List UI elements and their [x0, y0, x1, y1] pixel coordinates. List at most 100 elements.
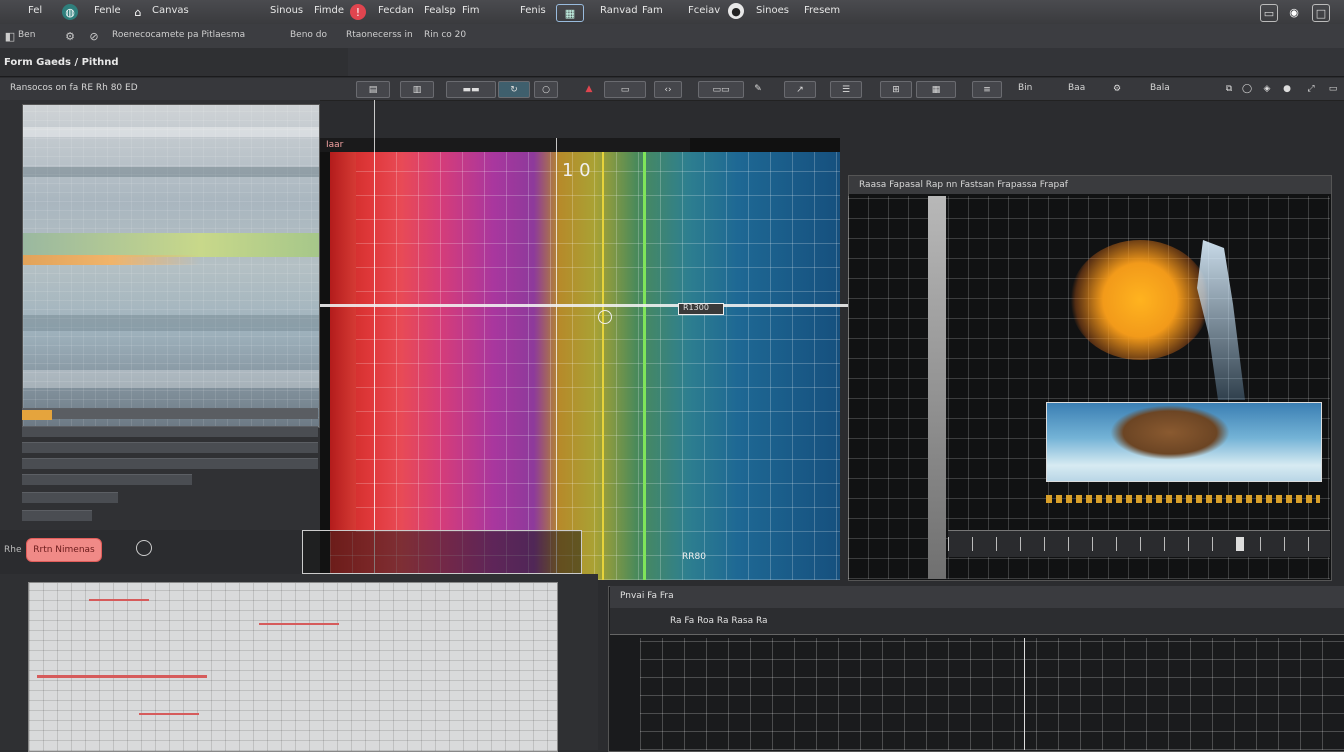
preview-panel-header: Raasa Fapasal Rap nn Fastsan Frapassa Fr… — [849, 176, 1331, 194]
option-label[interactable]: Bin — [1018, 83, 1032, 93]
curve-marker — [89, 599, 149, 601]
menu-item[interactable]: Fenis — [520, 5, 546, 16]
spreadsheet-preview[interactable] — [22, 104, 320, 428]
home-icon[interactable]: ⌂ — [130, 4, 146, 20]
level-meter — [1046, 495, 1320, 503]
menu-item[interactable]: Sinoes — [756, 5, 789, 16]
menu-item[interactable]: Fel — [28, 5, 42, 16]
menu-item[interactable]: Fam — [642, 5, 663, 16]
expand-icon[interactable]: ⤢ — [1300, 81, 1322, 96]
menu-item[interactable]: Fealsp — [424, 5, 456, 16]
menu-item[interactable]: Fenle — [94, 5, 121, 16]
layers-icon[interactable]: ◈ — [1256, 81, 1278, 96]
chevron-icon[interactable]: ‹› — [654, 81, 682, 98]
preview-panel-title: Raasa Fapasal Rap nn Fastsan Frapassa Fr… — [859, 180, 1068, 190]
curves-sheet[interactable] — [28, 582, 558, 752]
menu-item[interactable]: Fim — [462, 5, 480, 16]
gear-icon[interactable]: ⚙ — [1106, 81, 1128, 96]
guide-line[interactable] — [556, 138, 557, 578]
menu-item[interactable]: Fecdan — [378, 5, 414, 16]
option-button[interactable]: ▭▭ — [698, 81, 744, 98]
timeline-ticks — [948, 537, 1330, 551]
info-icon[interactable] — [136, 540, 152, 556]
data-row — [23, 167, 319, 177]
toolbar-item[interactable]: Beno do — [290, 30, 327, 40]
curve-marker — [259, 623, 339, 625]
vertical-ruler[interactable] — [330, 152, 356, 532]
option-button[interactable]: ↗ — [784, 81, 816, 98]
record-icon[interactable]: ◉ — [1286, 4, 1302, 20]
sun-highlight — [1070, 240, 1210, 360]
canvas-bottom-label: RR80 — [682, 552, 706, 562]
curve-marker — [139, 713, 199, 715]
layer-row[interactable] — [22, 492, 118, 503]
preview-grid — [848, 196, 1330, 579]
horizontal-guide[interactable] — [320, 304, 940, 307]
toolbar-item[interactable]: Roenecocamete pa Pitlaesma — [112, 30, 245, 40]
option-button[interactable]: ▬▬ — [446, 81, 496, 98]
alert-icon[interactable]: ! — [350, 4, 366, 20]
crosshair-readout: R1300 — [678, 303, 724, 315]
option-button[interactable]: ▦ — [916, 81, 956, 98]
option-label[interactable]: Bala — [1150, 83, 1170, 93]
menu-item[interactable]: Canvas — [152, 5, 189, 16]
option-button[interactable]: ▥ — [400, 81, 434, 98]
window-icon[interactable]: ▭ — [1322, 81, 1344, 96]
refresh-icon[interactable]: ↻ — [498, 81, 530, 98]
guide-line[interactable] — [602, 152, 604, 580]
preview-timeline[interactable] — [948, 530, 1330, 557]
data-row — [23, 370, 319, 388]
layer-row[interactable] — [22, 426, 318, 437]
warning-icon[interactable]: ▲ — [578, 81, 600, 96]
layer-row[interactable] — [22, 510, 92, 521]
option-button[interactable]: ⊞ — [880, 81, 912, 98]
target-icon[interactable] — [598, 310, 612, 324]
crosshair-label: R1300 — [683, 303, 709, 312]
guide-line[interactable] — [374, 100, 375, 580]
settings-icon[interactable]: ⚙ — [62, 28, 78, 44]
dot-icon[interactable]: ● — [1276, 81, 1298, 96]
side-label: Rhe — [4, 545, 22, 555]
apply-button[interactable]: Rrtn Nimenas — [26, 538, 102, 562]
ring-icon[interactable]: ◯ — [1236, 81, 1258, 96]
window-icon[interactable]: ▭ — [1260, 4, 1278, 22]
option-button[interactable]: ≡ — [972, 81, 1002, 98]
preview-scrollbar[interactable] — [928, 196, 946, 579]
menu-item[interactable]: Fresem — [804, 5, 840, 16]
histogram-grid[interactable] — [640, 638, 1344, 750]
blend-dropdown[interactable]: ▭ — [604, 81, 646, 98]
ring-icon[interactable]: ○ — [534, 81, 558, 98]
option-button[interactable]: ▤ — [356, 81, 390, 98]
brush-icon[interactable]: ✎ — [746, 81, 770, 96]
toolbar-item[interactable]: Rin co 20 — [424, 30, 466, 40]
option-label[interactable]: Baa — [1068, 83, 1085, 93]
layer-row[interactable] — [22, 442, 318, 453]
maximize-icon[interactable]: □ — [1312, 4, 1330, 22]
user-icon[interactable]: ● — [728, 3, 744, 19]
menu-item[interactable]: Ranvad — [600, 5, 638, 16]
globe-icon[interactable]: ◍ — [62, 4, 78, 20]
menu-item[interactable]: Sinous — [270, 5, 303, 16]
canvas-grid — [330, 152, 840, 580]
bookmark-icon[interactable]: ◧ — [2, 28, 18, 44]
toolbar-item[interactable]: Rtaonecerss in — [346, 30, 413, 40]
options-label: Ransocos on fa RE Rh 80 ED — [10, 83, 138, 93]
layer-row[interactable] — [22, 458, 318, 469]
secondary-toolbar: ◧ Ben ⚙ ⊘ Roenecocamete pa Pitlaesma Ben… — [0, 24, 1344, 49]
option-button[interactable]: ☰ — [830, 81, 862, 98]
tool-options-row: Ransocos on fa RE Rh 80 ED ▤ ▥ ▬▬ ↻ ○ ▲ … — [0, 78, 1344, 101]
breadcrumb-label[interactable]: Form Gaeds / Pithnd — [4, 57, 119, 68]
selection-frame[interactable] — [302, 530, 582, 574]
menu-item[interactable]: Fimde — [314, 5, 344, 16]
clip-icon[interactable]: ⊘ — [86, 28, 102, 44]
menu-item[interactable]: Fceiav — [688, 5, 720, 16]
playhead[interactable] — [1236, 537, 1244, 551]
menu-bar: Fel ◍ Fenle ⌂ Canvas Sinous Fimde ! Fecd… — [0, 0, 1344, 25]
histogram-marker[interactable] — [1024, 638, 1025, 750]
highlight-row — [23, 255, 319, 265]
toolbar-item[interactable]: Ben — [18, 30, 35, 40]
grid-icon[interactable]: ▦ — [556, 4, 584, 22]
layer-row[interactable] — [22, 474, 192, 485]
guide-line[interactable] — [643, 152, 646, 580]
layer-row[interactable] — [22, 408, 318, 419]
